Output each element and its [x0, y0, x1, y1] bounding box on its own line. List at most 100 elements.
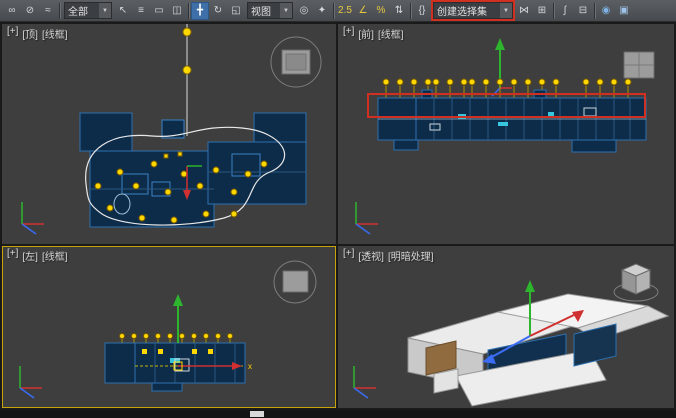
viewport-left[interactable]: [+] [左] [线框] [2, 246, 336, 408]
bind-to-space-warp-button[interactable]: ≈ [39, 2, 57, 20]
curve-editor-button[interactable]: ∫ [556, 2, 574, 20]
viewport-top[interactable]: [+] [顶] [线框] [2, 24, 336, 244]
viewcube[interactable] [624, 52, 654, 78]
viewport-menu-button[interactable]: [+] [7, 26, 18, 41]
render-setup-icon: ▣ [619, 5, 628, 16]
select-and-move-button[interactable]: ╋ [191, 2, 209, 20]
toolbar-separator [594, 3, 595, 19]
ceiling-lights-row[interactable] [120, 334, 233, 344]
render-setup-button[interactable]: ▣ [615, 2, 633, 20]
transform-gizmo[interactable] [492, 38, 512, 96]
elevation-wireframe[interactable] [105, 343, 245, 391]
manipulate-icon: ✦ [318, 5, 326, 16]
pivot-center-icon: ◎ [300, 5, 309, 16]
schematic-view-icon: ⊟ [579, 5, 587, 16]
select-object-icon: ↖ [119, 5, 127, 16]
elevation-wireframe[interactable] [378, 90, 646, 152]
light-target-line[interactable] [183, 24, 191, 136]
viewport-perspective-label: [+] [透视] [明暗处理] [343, 248, 434, 263]
reference-coordinate-dropdown[interactable]: 视图▼ [247, 2, 293, 19]
mirror-button[interactable]: ⋈ [515, 2, 533, 20]
top-viewport-canvas[interactable] [2, 24, 336, 244]
unlink-icon: ⊘ [26, 5, 34, 16]
select-object-button[interactable]: ↖ [114, 2, 132, 20]
toolbar-separator [333, 3, 334, 19]
viewport-grid: [+] [顶] [线框] [0, 22, 676, 410]
viewport-shading-button[interactable]: [明暗处理] [388, 248, 434, 263]
main-toolbar: ∞⊘≈全部▼↖≡▭◫╋↻◱视图▼◎✦2.5∠%⇅{}创建选择集▼⋈⊞∫⊟◉▣ [0, 0, 676, 22]
window-crossing-icon: ◫ [172, 5, 181, 16]
spinner-snap-icon: ⇅ [395, 5, 403, 16]
toolbar-separator [410, 3, 411, 19]
viewcube[interactable] [614, 264, 658, 301]
viewport-top-label: [+] [顶] [线框] [7, 26, 68, 41]
unlink-selection-button[interactable]: ⊘ [21, 2, 39, 20]
reference-coordinate-dropdown-value: 视图 [248, 3, 280, 18]
material-editor-button[interactable]: ◉ [597, 2, 615, 20]
viewport-shading-button[interactable]: [线框] [378, 26, 404, 41]
viewport-shading-button[interactable]: [线框] [42, 248, 68, 263]
select-and-rotate-button[interactable]: ↻ [209, 2, 227, 20]
viewport-pov-button[interactable]: [顶] [22, 26, 38, 41]
schematic-view-button[interactable]: ⊟ [574, 2, 592, 20]
percent-snap-toggle[interactable]: % [372, 2, 390, 20]
viewport-shading-button[interactable]: [线框] [42, 26, 68, 41]
viewport-front-label: [+] [前] [线框] [343, 26, 404, 41]
max-application-window: ∞⊘≈全部▼↖≡▭◫╋↻◱视图▼◎✦2.5∠%⇅{}创建选择集▼⋈⊞∫⊟◉▣ [… [0, 0, 676, 418]
mirror-icon: ⋈ [519, 5, 529, 16]
viewport-perspective[interactable]: [+] [透视] [明暗处理] [338, 246, 674, 408]
select-and-link-icon: ∞ [8, 5, 15, 16]
chevron-down-icon[interactable]: ▼ [99, 3, 111, 18]
bind-spacewarp-icon: ≈ [45, 5, 51, 16]
toolbar-separator [188, 3, 189, 19]
use-pivot-center-button[interactable]: ◎ [295, 2, 313, 20]
viewport-pov-button[interactable]: [前] [358, 26, 374, 41]
viewport-menu-button[interactable]: [+] [7, 248, 18, 263]
viewcube[interactable] [274, 261, 316, 303]
viewport-pov-button[interactable]: [透视] [358, 248, 384, 263]
rectangular-selection-region-button[interactable]: ▭ [150, 2, 168, 20]
toolbar-separator [59, 3, 60, 19]
angle-snap-toggle[interactable]: ∠ [354, 2, 372, 20]
viewport-front[interactable]: [+] [前] [线框] [338, 24, 674, 244]
chevron-down-icon[interactable]: ▼ [280, 3, 292, 18]
edit-named-selection-sets-button[interactable]: {} [413, 2, 431, 20]
rectangle-region-icon: ▭ [154, 5, 163, 16]
gizmo-x-axis-label: x [248, 362, 252, 371]
select-and-link-button[interactable]: ∞ [3, 2, 21, 20]
select-by-name-button[interactable]: ≡ [132, 2, 150, 20]
rotate-icon: ↻ [214, 5, 222, 16]
viewport-menu-button[interactable]: [+] [343, 248, 354, 263]
chevron-down-icon[interactable]: ▼ [500, 3, 512, 18]
select-and-manipulate-button[interactable]: ✦ [313, 2, 331, 20]
viewport-menu-button[interactable]: [+] [343, 26, 354, 41]
axis-tripod [22, 202, 44, 234]
move-icon: ╋ [197, 5, 203, 16]
axis-tripod [354, 366, 376, 398]
selection-filter-dropdown-value: 全部 [65, 3, 99, 18]
named-sets-icon: {} [419, 5, 426, 16]
named-selection-set-dropdown-value: 创建选择集 [434, 3, 500, 18]
viewport-pov-button[interactable]: [左] [22, 248, 38, 263]
left-viewport-canvas[interactable]: x [2, 246, 336, 408]
viewcube[interactable] [271, 37, 321, 87]
select-and-scale-button[interactable]: ◱ [227, 2, 245, 20]
perspective-viewport-canvas[interactable] [338, 246, 674, 408]
curve-editor-icon: ∫ [564, 5, 567, 16]
named-selection-set-dropdown[interactable]: 创建选择集▼ [433, 2, 513, 19]
align-button[interactable]: ⊞ [533, 2, 551, 20]
spinner-snap-toggle[interactable]: ⇅ [390, 2, 408, 20]
angle-snap-icon: ∠ [359, 5, 368, 16]
viewport-left-label: [+] [左] [线框] [7, 248, 68, 263]
shaded-room-model[interactable] [408, 294, 668, 406]
selection-filter-dropdown[interactable]: 全部▼ [64, 2, 112, 19]
axis-tripod [356, 202, 378, 234]
select-by-name-icon: ≡ [138, 5, 144, 16]
percent-snap-icon: % [377, 5, 386, 16]
scale-icon: ◱ [231, 5, 240, 16]
snap-toggle-2-5d-button[interactable]: 2.5 [336, 2, 354, 20]
status-bar [0, 410, 676, 418]
window-crossing-toggle[interactable]: ◫ [168, 2, 186, 20]
front-viewport-canvas[interactable] [338, 24, 674, 244]
floor-plan-wireframe[interactable] [80, 113, 306, 227]
